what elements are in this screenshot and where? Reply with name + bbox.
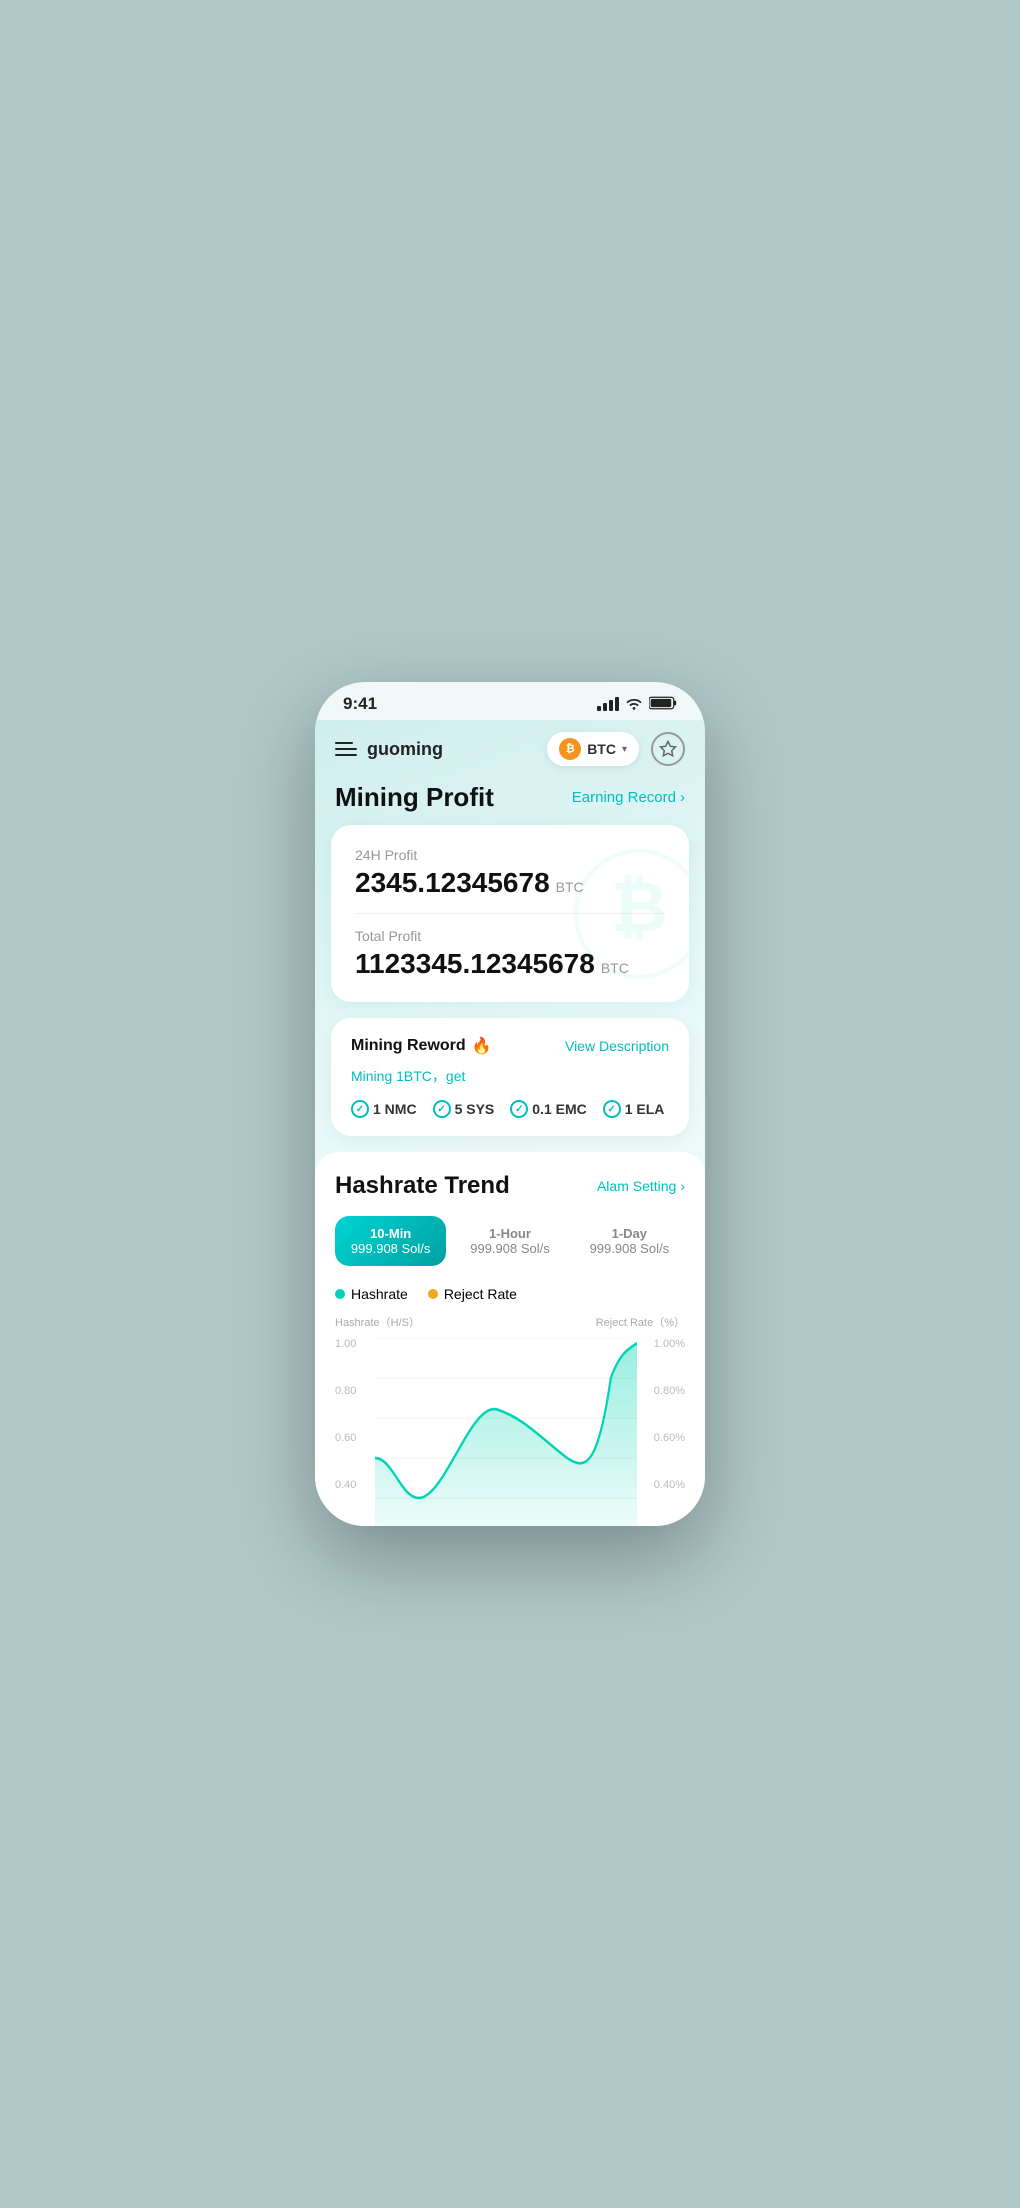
hashrate-header: Hashrate Trend Alam Setting › — [335, 1172, 685, 1200]
time-tabs: 10-Min 999.908 Sol/s 1-Hour 999.908 Sol/… — [335, 1216, 685, 1266]
reward-subtitle: Mining 1BTC，get — [351, 1066, 669, 1086]
battery-icon — [649, 696, 677, 713]
axis-right-title: Reject Rate（%） — [596, 1314, 685, 1330]
check-icon-sys: ✓ — [433, 1100, 451, 1118]
chart-svg-area — [375, 1338, 637, 1526]
mining-reward-card: Mining Reword 🔥 View Description Mining … — [331, 1018, 689, 1136]
reward-title: Mining Reword 🔥 — [351, 1036, 492, 1056]
axis-titles: Hashrate（H/S） Reject Rate（%） — [335, 1314, 685, 1338]
reward-items: ✓ 1 NMC ✓ 5 SYS ✓ 0.1 EMC ✓ 1 ELA — [351, 1100, 669, 1118]
currency-selector[interactable]: ₿ BTC ▾ — [547, 732, 639, 766]
currency-label: BTC — [587, 741, 616, 757]
hashrate-chart: 1.00 0.80 0.60 0.40 0.20 1.00% 0.80% 0.6… — [335, 1338, 685, 1526]
hashrate-section: Hashrate Trend Alam Setting › 10-Min 999… — [315, 1152, 705, 1526]
check-icon-ela: ✓ — [603, 1100, 621, 1118]
reject-rate-legend-dot — [428, 1289, 438, 1299]
app-header: guoming ₿ BTC ▾ — [315, 720, 705, 774]
reward-item-sys: ✓ 5 SYS — [433, 1100, 495, 1118]
check-icon-emc: ✓ — [510, 1100, 528, 1118]
flame-icon: 🔥 — [472, 1036, 492, 1056]
chart-y-labels-left: 1.00 0.80 0.60 0.40 0.20 — [335, 1338, 356, 1526]
legend-reject-rate: Reject Rate — [428, 1286, 517, 1302]
status-icons — [597, 696, 677, 713]
alarm-setting-link[interactable]: Alam Setting › — [597, 1178, 685, 1194]
tab-1day[interactable]: 1-Day 999.908 Sol/s — [574, 1216, 685, 1266]
reward-item-emc: ✓ 0.1 EMC — [510, 1100, 586, 1118]
username: guoming — [367, 739, 443, 760]
status-bar: 9:41 — [315, 682, 705, 720]
header-right: ₿ BTC ▾ — [547, 732, 685, 766]
tab-1hour[interactable]: 1-Hour 999.908 Sol/s — [454, 1216, 565, 1266]
settings-button[interactable] — [651, 732, 685, 766]
reward-header: Mining Reword 🔥 View Description — [351, 1036, 669, 1056]
hashrate-legend-dot — [335, 1289, 345, 1299]
status-time: 9:41 — [343, 694, 377, 714]
phone-frame: 9:41 guomin — [315, 682, 705, 1526]
tab-10min[interactable]: 10-Min 999.908 Sol/s — [335, 1216, 446, 1266]
hashrate-legend-label: Hashrate — [351, 1286, 408, 1302]
header-left: guoming — [335, 739, 443, 760]
chart-legend: Hashrate Reject Rate — [335, 1286, 685, 1302]
view-description-link[interactable]: View Description — [565, 1038, 669, 1054]
reject-rate-legend-label: Reject Rate — [444, 1286, 517, 1302]
signal-icon — [597, 697, 619, 711]
profit-card-bg-icon: ₿ — [569, 844, 689, 984]
axis-left-title: Hashrate（H/S） — [335, 1314, 420, 1330]
scroll-content[interactable]: guoming ₿ BTC ▾ Mining Profit Earning Re… — [315, 720, 705, 1526]
mining-profit-header: Mining Profit Earning Record › — [315, 774, 705, 825]
menu-icon[interactable] — [335, 742, 357, 756]
earning-record-link[interactable]: Earning Record › — [572, 789, 685, 806]
profit-card: ₿ 24H Profit 2345.12345678 BTC Total Pro… — [331, 825, 689, 1002]
chart-y-labels-right: 1.00% 0.80% 0.60% 0.40% 0.20% — [654, 1338, 685, 1526]
legend-hashrate: Hashrate — [335, 1286, 408, 1302]
reward-item-ela: ✓ 1 ELA — [603, 1100, 665, 1118]
hashrate-title: Hashrate Trend — [335, 1172, 510, 1200]
chevron-down-icon: ▾ — [622, 744, 627, 755]
wifi-icon — [625, 696, 643, 713]
reward-item-nmc: ✓ 1 NMC — [351, 1100, 417, 1118]
btc-coin-icon: ₿ — [559, 738, 581, 760]
check-icon-nmc: ✓ — [351, 1100, 369, 1118]
svg-text:₿: ₿ — [610, 867, 667, 945]
mining-profit-title: Mining Profit — [335, 782, 494, 813]
